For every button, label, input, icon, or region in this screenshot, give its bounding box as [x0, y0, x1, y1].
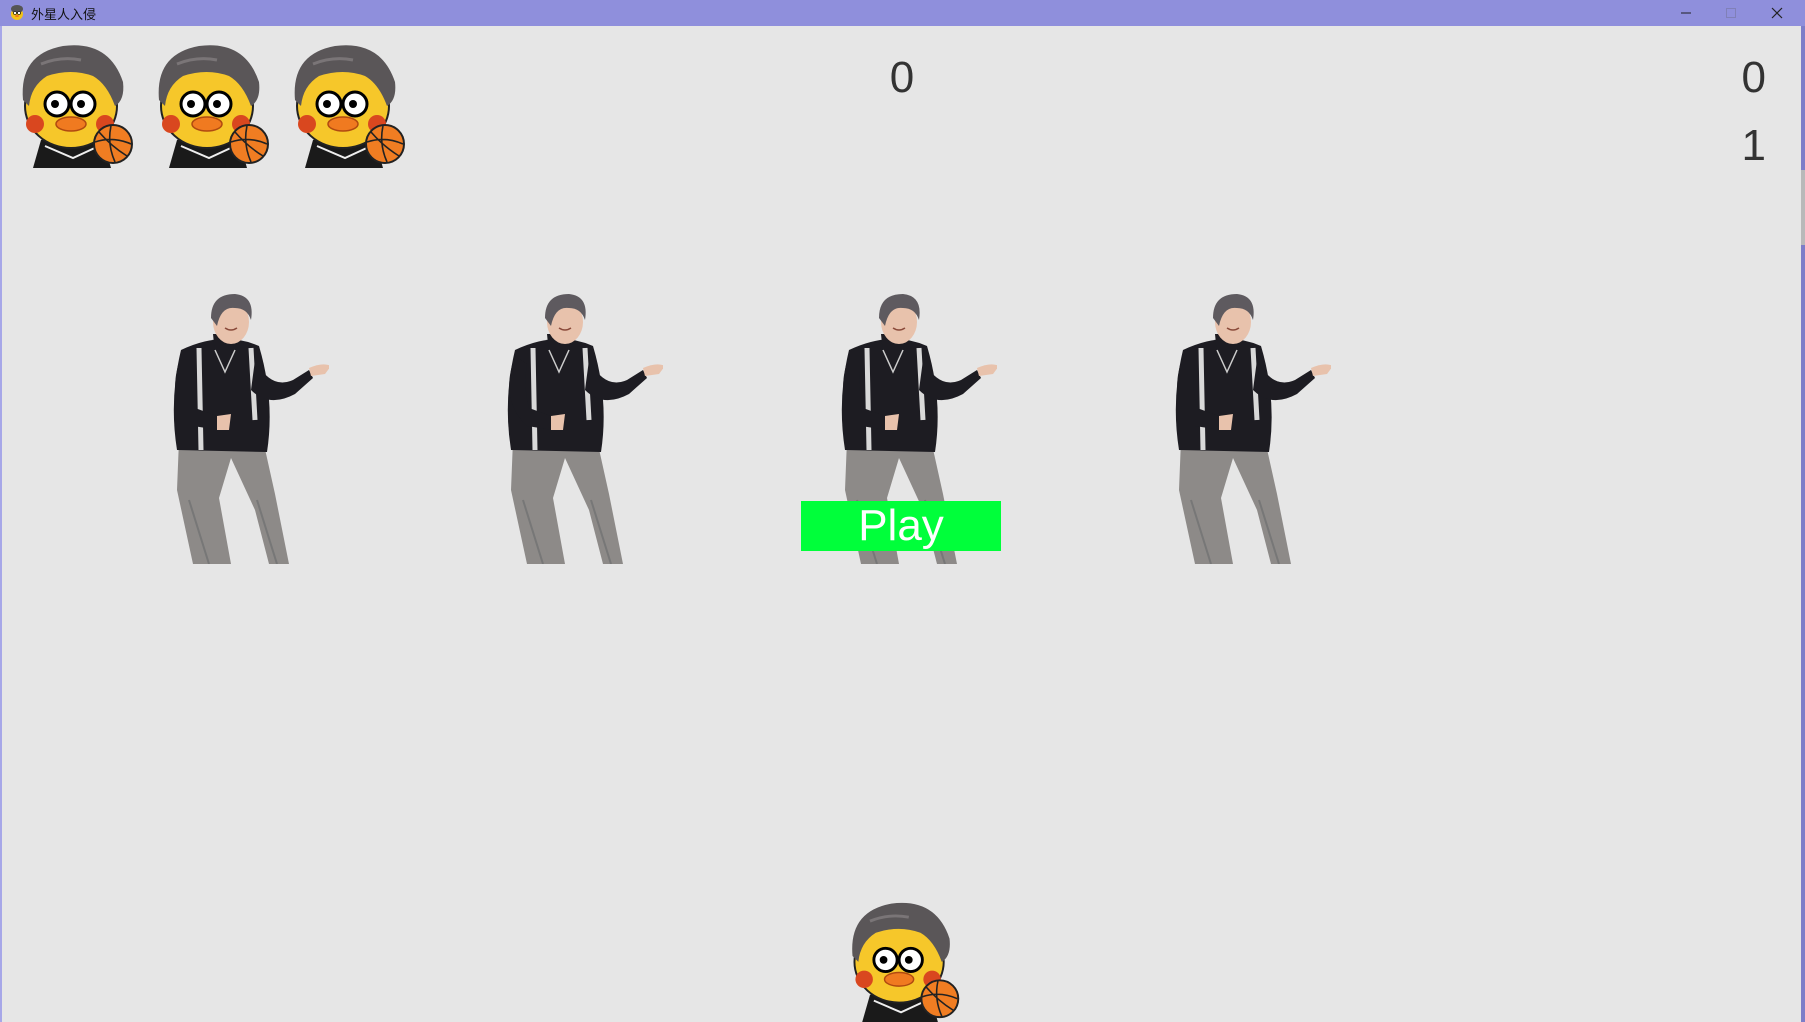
close-button[interactable]	[1755, 0, 1799, 26]
close-icon	[1771, 7, 1783, 19]
ship-life-icon	[147, 34, 273, 168]
minimize-icon	[1681, 12, 1691, 14]
window-title: 外星人入侵	[31, 7, 97, 23]
alien-sprite	[159, 290, 329, 564]
ship-life-icon	[283, 34, 409, 168]
high-score-display: 0	[1741, 53, 1766, 102]
minimize-button[interactable]	[1664, 0, 1708, 26]
alien-sprite	[493, 290, 663, 564]
game-screen: 0 0 1 Play	[2, 26, 1801, 1022]
app-icon	[11, 5, 23, 20]
window-titlebar: 外星人入侵	[0, 0, 1805, 26]
ship-life-icon	[11, 34, 137, 168]
maximize-button[interactable]	[1709, 0, 1753, 26]
alien-sprite	[1161, 290, 1331, 564]
maximize-icon	[1726, 8, 1736, 18]
level-display: 1	[1741, 121, 1766, 170]
score-display: 0	[889, 53, 915, 102]
scrollbar-thumb[interactable]	[1801, 170, 1805, 245]
play-button[interactable]: Play	[801, 501, 1001, 551]
player-ship	[832, 892, 972, 1022]
